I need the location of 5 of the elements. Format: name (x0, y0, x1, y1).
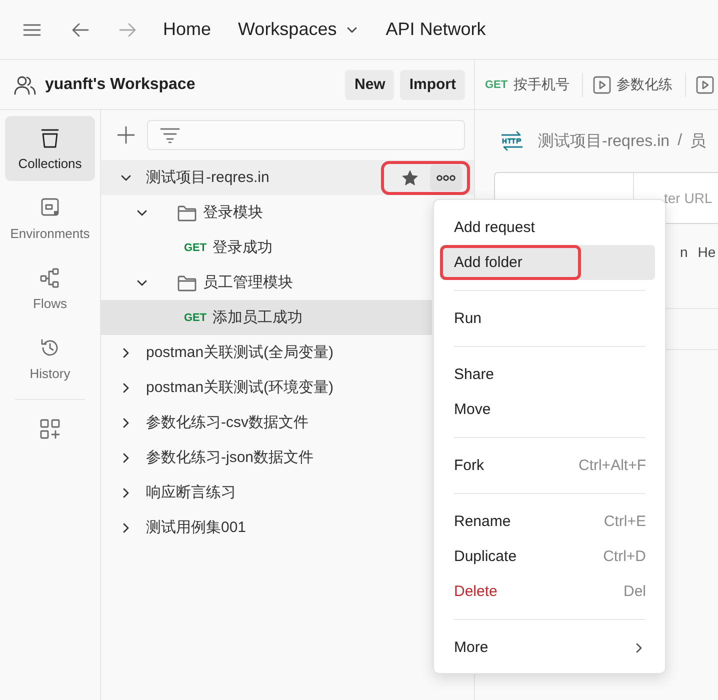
method-label: GET (485, 78, 508, 90)
method-label: GET (184, 312, 207, 324)
workspace-name: yuanft's Workspace (45, 76, 196, 94)
breadcrumb-separator: / (678, 132, 682, 150)
method-label: GET (184, 242, 207, 254)
